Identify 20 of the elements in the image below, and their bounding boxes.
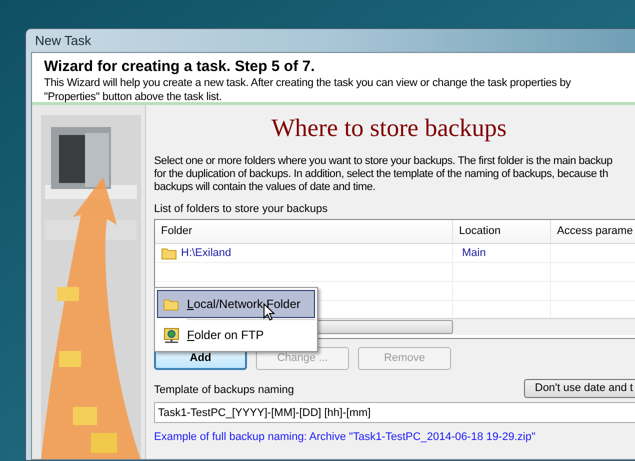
menu-item[interactable]: Local/Network Folder [157,290,315,318]
window-title: New Task [34,32,92,50]
menu-item[interactable]: Folder on FTP [157,321,315,349]
page-heading: Where to store backups [270,115,508,143]
table-cell-text: H:\Exiland [181,246,232,261]
folder-icon [163,298,179,310]
toggle-date-button[interactable]: Don't use date and t [524,379,635,398]
naming-template-field[interactable]: Task1-TestPC_[YYYY]-[MM]-[DD] [hh]-[mm] [154,402,635,423]
table-cell: Main [453,244,551,262]
naming-label: Template of backups naming [154,383,294,397]
naming-example: Example of full backup naming: Archive "Task1-TestPC_2014-06-18 19-29.zip" [154,430,536,445]
column-header[interactable]: Location [453,220,551,243]
column-header[interactable]: Folder [155,220,453,243]
wizard-step-title: Wizard for creating a task. Step 5 of 7. [44,57,316,76]
column-header[interactable]: Access parame [551,220,635,243]
folder-icon [161,246,177,260]
list-label: List of folders to store your backups [154,202,329,216]
wizard-description: This Wizard will help you create a new task. After creating the task you can view or change the task properties by "Properties" button above the task list. [44,76,572,104]
intro-paragraph: Select one or more folders where you want to store your backups. The first folder is the main backup for the duplication of backups. In addition, select the template of the naming of backups, because th backups will contain the values of date and time. [154,155,614,194]
network-folder-icon [162,326,180,344]
